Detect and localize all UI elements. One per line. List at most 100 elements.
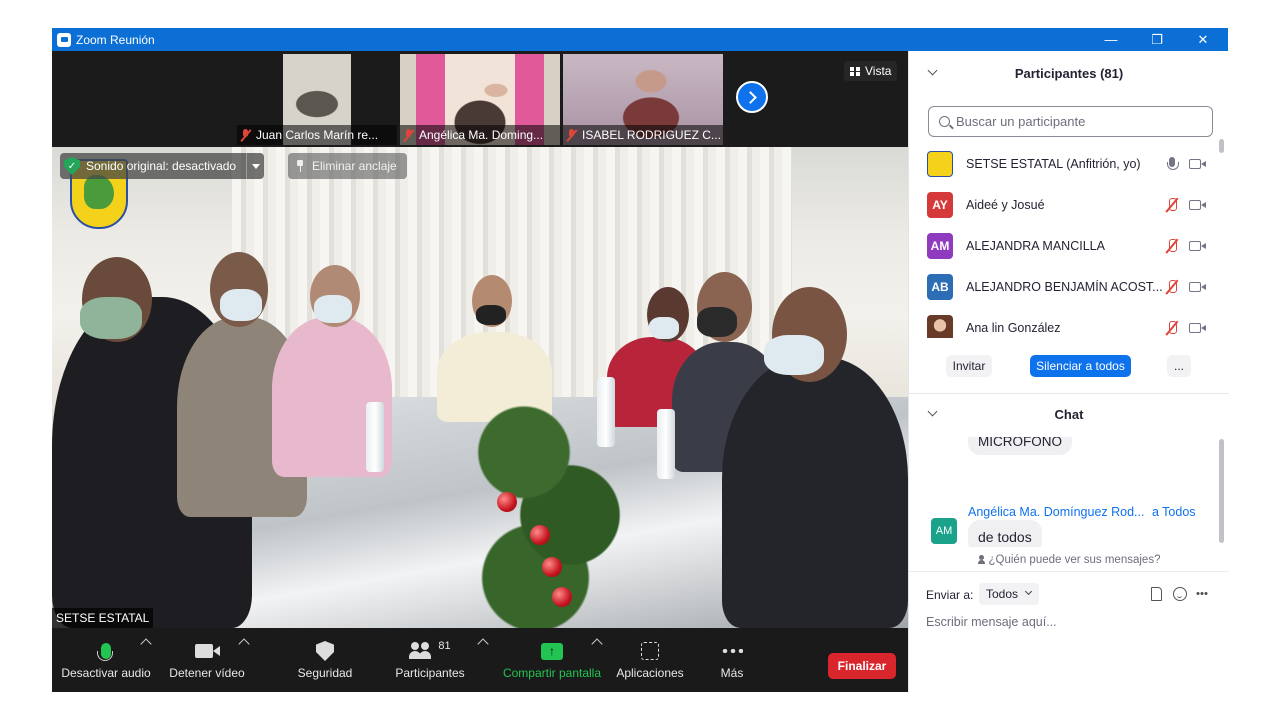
participant-row[interactable]: AY Aideé y Josué <box>909 184 1221 225</box>
participant-name: ALEJANDRO BENJAMÍN ACOST... <box>966 279 1163 294</box>
participant-name: SETSE ESTATAL (Anfitrión, yo) <box>966 156 1141 171</box>
person-icon <box>977 555 986 565</box>
thumbnail-name: ISABEL RODRIGUEZ C... <box>582 128 721 142</box>
minimize-button[interactable]: — <box>1088 28 1134 51</box>
muted-mic-icon[interactable] <box>1165 197 1179 213</box>
send-to-select[interactable]: Todos <box>979 583 1039 605</box>
next-page-button[interactable] <box>736 81 768 113</box>
participants-button[interactable]: 81 Participantes <box>392 638 468 688</box>
chevron-down-icon <box>1024 587 1033 596</box>
thumbnail-name: Juan Carlos Marín re... <box>256 128 379 142</box>
participant-row[interactable]: SETSE ESTATAL (Anfitrión, yo) <box>909 143 1221 184</box>
shield-icon <box>316 641 334 661</box>
share-screen-button[interactable]: ↑ Compartir pantalla <box>500 638 604 688</box>
video-camera-icon[interactable] <box>1189 158 1206 169</box>
christmas-ornament <box>552 587 572 607</box>
chat-recipient: a Todos <box>1151 505 1196 519</box>
sound-dropdown-button[interactable] <box>246 153 264 179</box>
thumbnail-caption: Juan Carlos Marín re... <box>237 125 397 145</box>
video-camera-icon[interactable] <box>1189 281 1206 292</box>
video-camera-icon[interactable] <box>1189 322 1206 333</box>
chat-sender-name[interactable]: Angélica Ma. Domínguez Rod... <box>968 505 1144 519</box>
avatar <box>927 314 953 338</box>
participants-label: Participantes <box>395 666 465 680</box>
participant-figure <box>722 357 908 628</box>
collapse-chevron-icon[interactable] <box>927 65 938 76</box>
emoji-icon[interactable] <box>1173 587 1187 601</box>
video-thumbnail[interactable]: Juan Carlos Marín re... <box>237 54 397 145</box>
mute-all-button[interactable]: Silenciar a todos <box>1030 355 1131 377</box>
chat-message-input[interactable] <box>926 612 1216 632</box>
stop-video-button[interactable]: Detener vídeo <box>164 638 250 688</box>
more-button[interactable]: Más <box>712 638 752 688</box>
chevron-right-icon <box>743 90 757 104</box>
muted-mic-icon[interactable] <box>1165 238 1179 254</box>
pin-icon <box>296 160 304 172</box>
participant-name: ALEJANDRA MANCILLA <box>966 238 1105 253</box>
chat-scrollbar[interactable] <box>1219 437 1224 549</box>
video-area: Juan Carlos Marín re... Angélica Ma. Dom… <box>52 51 908 628</box>
christmas-garland <box>432 377 662 628</box>
microphone-icon[interactable] <box>1165 156 1179 172</box>
christmas-ornament <box>530 525 550 545</box>
search-icon <box>939 116 950 127</box>
chat-title: Chat <box>1054 406 1084 422</box>
mute-audio-button[interactable]: Desactivar audio <box>61 638 151 688</box>
view-button[interactable]: Vista <box>844 61 898 81</box>
microphone-icon <box>97 643 113 661</box>
participant-row[interactable]: Ana lin González <box>909 307 1221 338</box>
chat-more-icon[interactable] <box>1196 592 1208 595</box>
participants-options-caret[interactable] <box>477 638 489 650</box>
participants-scrollbar[interactable] <box>1219 139 1224 153</box>
section-divider <box>909 393 1229 394</box>
chat-messages: MICRÓFONO Angélica Ma. Domínguez Rod... … <box>909 437 1221 547</box>
video-camera-icon[interactable] <box>1189 240 1206 251</box>
water-bottle <box>657 409 675 479</box>
video-camera-icon <box>195 644 220 658</box>
unpin-button[interactable]: Eliminar anclaje <box>288 153 407 179</box>
participants-more-button[interactable]: ... <box>1167 355 1191 377</box>
share-arrow-icon: ↑ <box>541 642 563 660</box>
security-button[interactable]: Seguridad <box>290 638 360 688</box>
end-meeting-button[interactable]: Finalizar <box>828 653 896 679</box>
participant-list: SETSE ESTATAL (Anfitrión, yo) AY Aideé y… <box>909 143 1221 338</box>
muted-mic-icon[interactable] <box>1165 320 1179 336</box>
participants-header: Participantes (81) <box>909 61 1229 85</box>
window-title: Zoom Reunión <box>76 32 155 47</box>
chat-sender-line: Angélica Ma. Domínguez Rod... a Todos <box>968 505 1196 519</box>
send-to-value: Todos <box>986 587 1019 601</box>
file-icon[interactable] <box>1151 587 1162 601</box>
avatar: AY <box>927 191 953 218</box>
participant-search[interactable] <box>928 106 1213 137</box>
apps-icon <box>641 642 659 660</box>
zoom-app-icon <box>57 32 71 47</box>
main-speaker-video: ✓ Sonido original: desactivado Eliminar … <box>52 147 908 628</box>
face-mask <box>764 335 824 375</box>
chevron-down-icon <box>251 163 260 169</box>
collapse-chevron-icon[interactable] <box>927 406 938 417</box>
chat-message: de todos <box>968 520 1042 547</box>
title-bar: Zoom Reunión — ❐ ✕ <box>52 28 1228 51</box>
avatar <box>927 150 953 177</box>
participant-name: Aideé y Josué <box>966 197 1045 212</box>
chat-header: Chat <box>909 402 1229 426</box>
apps-button[interactable]: Aplicaciones <box>614 638 686 688</box>
muted-mic-icon[interactable] <box>1165 279 1179 295</box>
chat-divider <box>909 571 1229 572</box>
zoom-window: Zoom Reunión — ❐ ✕ Juan Carlos Marín re.… <box>52 28 1229 692</box>
restore-button[interactable]: ❐ <box>1134 28 1180 51</box>
invite-button[interactable]: Invitar <box>946 355 992 377</box>
original-sound-badge[interactable]: ✓ Sonido original: desactivado <box>60 153 265 179</box>
participant-row[interactable]: AM ALEJANDRA MANCILLA <box>909 225 1221 266</box>
video-thumbnail[interactable]: ISABEL RODRIGUEZ C... <box>563 54 723 145</box>
participant-row[interactable]: AB ALEJANDRO BENJAMÍN ACOST... <box>909 266 1221 307</box>
thumbnail-caption: Angélica Ma. Doming... <box>400 125 560 145</box>
thumbnail-caption: ISABEL RODRIGUEZ C... <box>563 125 723 145</box>
video-thumbnail[interactable]: Angélica Ma. Doming... <box>400 54 560 145</box>
face-mask <box>220 289 262 321</box>
who-sees-messages-link[interactable]: ¿Quién puede ver sus mensajes? <box>909 549 1229 571</box>
search-input[interactable] <box>956 114 1206 129</box>
close-button[interactable]: ✕ <box>1180 28 1226 51</box>
video-camera-icon[interactable] <box>1189 199 1206 210</box>
avatar: AB <box>927 273 953 300</box>
